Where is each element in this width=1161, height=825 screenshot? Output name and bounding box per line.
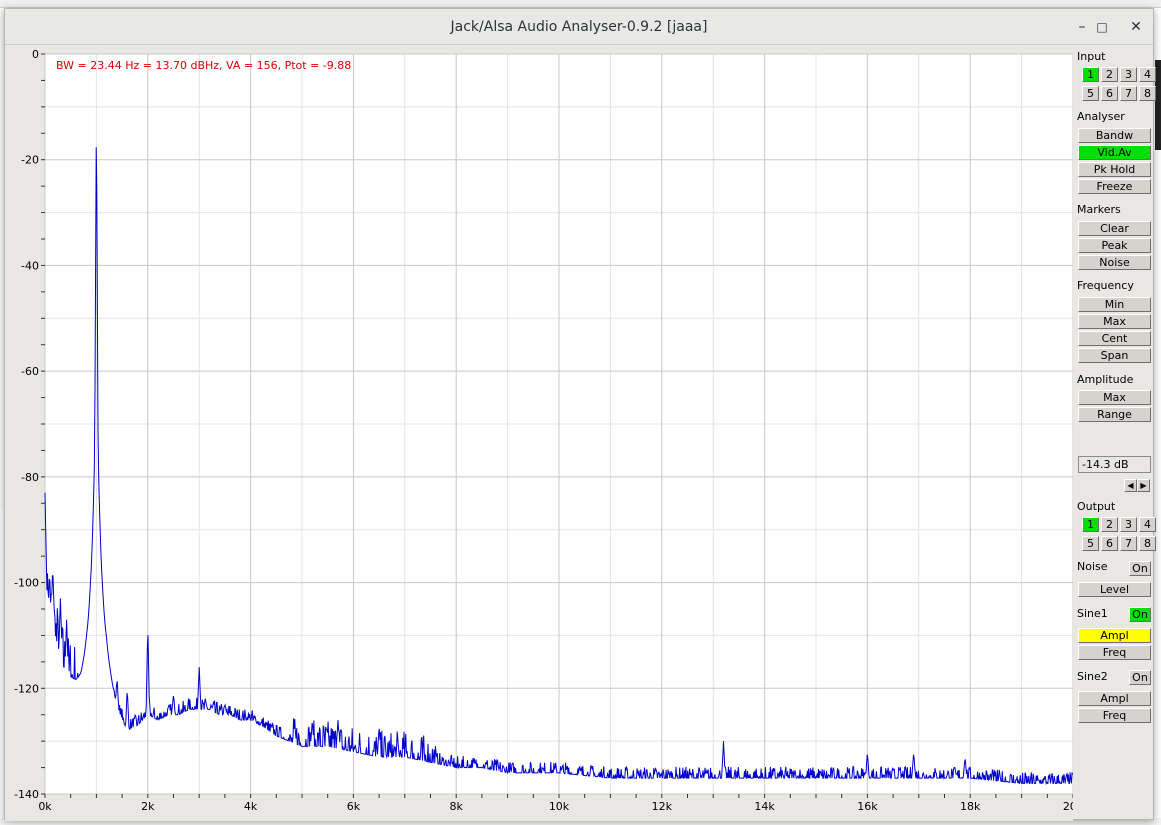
sine2-section-label: Sine2 [1077,670,1108,683]
bandw-button[interactable]: Bandw [1078,128,1151,143]
maximize-button[interactable]: □ [1091,17,1113,37]
frequency-section-label: Frequency [1077,279,1134,292]
input-channel-4-button[interactable]: 4 [1139,67,1156,82]
y-tick-label: -60 [21,365,39,378]
x-tick-label: 8k [450,800,464,813]
markers-noise-button[interactable]: Noise [1078,255,1151,270]
measurement-info-text: BW = 23.44 Hz = 13.70 dBHz, VA = 156, Pt… [56,59,351,72]
analyser-window: Jack/Alsa Audio Analyser-0.9.2 [jaaa] – … [4,8,1156,821]
sine1-section-label: Sine1 [1077,607,1108,620]
output-channel-2-button[interactable]: 2 [1101,517,1118,532]
output-channel-4-button[interactable]: 4 [1139,517,1156,532]
markers-peak-button[interactable]: Peak [1078,238,1151,253]
peak-hold-button[interactable]: Pk Hold [1078,162,1151,177]
input-channel-8-button[interactable]: 8 [1139,86,1156,101]
x-tick-label: 0k [38,800,52,813]
freeze-button[interactable]: Freeze [1078,179,1151,194]
output-channel-3-button[interactable]: 3 [1120,517,1137,532]
output-channel-5-button[interactable]: 5 [1082,536,1099,551]
title-bar[interactable]: Jack/Alsa Audio Analyser-0.9.2 [jaaa] – … [5,9,1153,45]
markers-clear-button[interactable]: Clear [1078,221,1151,236]
y-tick-label: 0 [32,48,39,61]
input-channel-6-button[interactable]: 6 [1101,86,1118,101]
frequency-span-button[interactable]: Span [1078,348,1151,363]
sine2-freq-button[interactable]: Freq [1078,708,1151,723]
amplitude-increase-arrow-icon[interactable]: ▶ [1137,479,1150,492]
output-section-label: Output [1077,500,1116,513]
x-tick-label: 12k [652,800,673,813]
y-tick-label: -80 [21,471,39,484]
desktop-background-top [0,0,1161,8]
amplitude-decrease-arrow-icon[interactable]: ◀ [1124,479,1137,492]
x-tick-label: 2k [141,800,155,813]
amplitude-max-button[interactable]: Max [1078,390,1151,405]
y-tick-label: -20 [21,154,39,167]
frequency-min-button[interactable]: Min [1078,297,1151,312]
x-tick-label: 16k [857,800,878,813]
y-tick-label: -100 [14,577,39,590]
output-channel-7-button[interactable]: 7 [1120,536,1137,551]
output-channel-6-button[interactable]: 6 [1101,536,1118,551]
x-tick-label: 6k [347,800,361,813]
input-channel-3-button[interactable]: 3 [1120,67,1137,82]
y-tick-label: -120 [14,682,39,695]
x-tick-label: 10k [549,800,570,813]
input-channel-1-button[interactable]: 1 [1082,67,1099,82]
input-channel-5-button[interactable]: 5 [1082,86,1099,101]
noise-on-button[interactable]: On [1129,561,1151,576]
sine1-freq-button[interactable]: Freq [1078,645,1151,660]
window-title: Jack/Alsa Audio Analyser-0.9.2 [jaaa] [450,19,708,35]
amplitude-section-label: Amplitude [1077,373,1134,386]
control-panel: Input 12345678 Analyser Bandw Vid.Av Pk … [1073,46,1156,821]
amplitude-range-button[interactable]: Range [1078,407,1151,422]
y-tick-label: -140 [14,788,39,801]
y-tick-label: -40 [21,259,39,272]
spectrum-chart[interactable]: 0k 2k 4k 6k 8k 10k 12k 14k 16k 18k 20k 0 -20 -40 -60 -8… [5,46,1073,821]
analyser-section-label: Analyser [1077,110,1125,123]
noise-level-button[interactable]: Level [1078,582,1151,597]
video-average-button[interactable]: Vid.Av [1078,145,1151,160]
frequency-max-button[interactable]: Max [1078,314,1151,329]
minimize-button[interactable]: – [1071,17,1093,37]
x-tick-label: 18k [960,800,981,813]
sine1-ampl-button[interactable]: Ampl [1078,628,1151,643]
close-button[interactable]: ✕ [1125,17,1147,37]
output-channel-8-button[interactable]: 8 [1139,536,1156,551]
input-section-label: Input [1077,50,1106,63]
frequency-center-button[interactable]: Cent [1078,331,1151,346]
amplitude-value-field[interactable]: -14.3 dB [1078,456,1151,473]
noise-section-label: Noise [1077,560,1108,573]
sine1-on-button[interactable]: On [1129,607,1151,622]
input-channel-2-button[interactable]: 2 [1101,67,1118,82]
x-tick-label: 14k [754,800,775,813]
sine2-ampl-button[interactable]: Ampl [1078,691,1151,706]
input-channel-7-button[interactable]: 7 [1120,86,1137,101]
output-channel-1-button[interactable]: 1 [1082,517,1099,532]
x-tick-label: 4k [244,800,258,813]
sine2-on-button[interactable]: On [1129,670,1151,685]
spectrum-plot-area[interactable]: 0k 2k 4k 6k 8k 10k 12k 14k 16k 18k 20k 0 -20 -40 -60 -8… [5,46,1073,821]
x-tick-label: 20k [1063,800,1073,813]
markers-section-label: Markers [1077,203,1121,216]
